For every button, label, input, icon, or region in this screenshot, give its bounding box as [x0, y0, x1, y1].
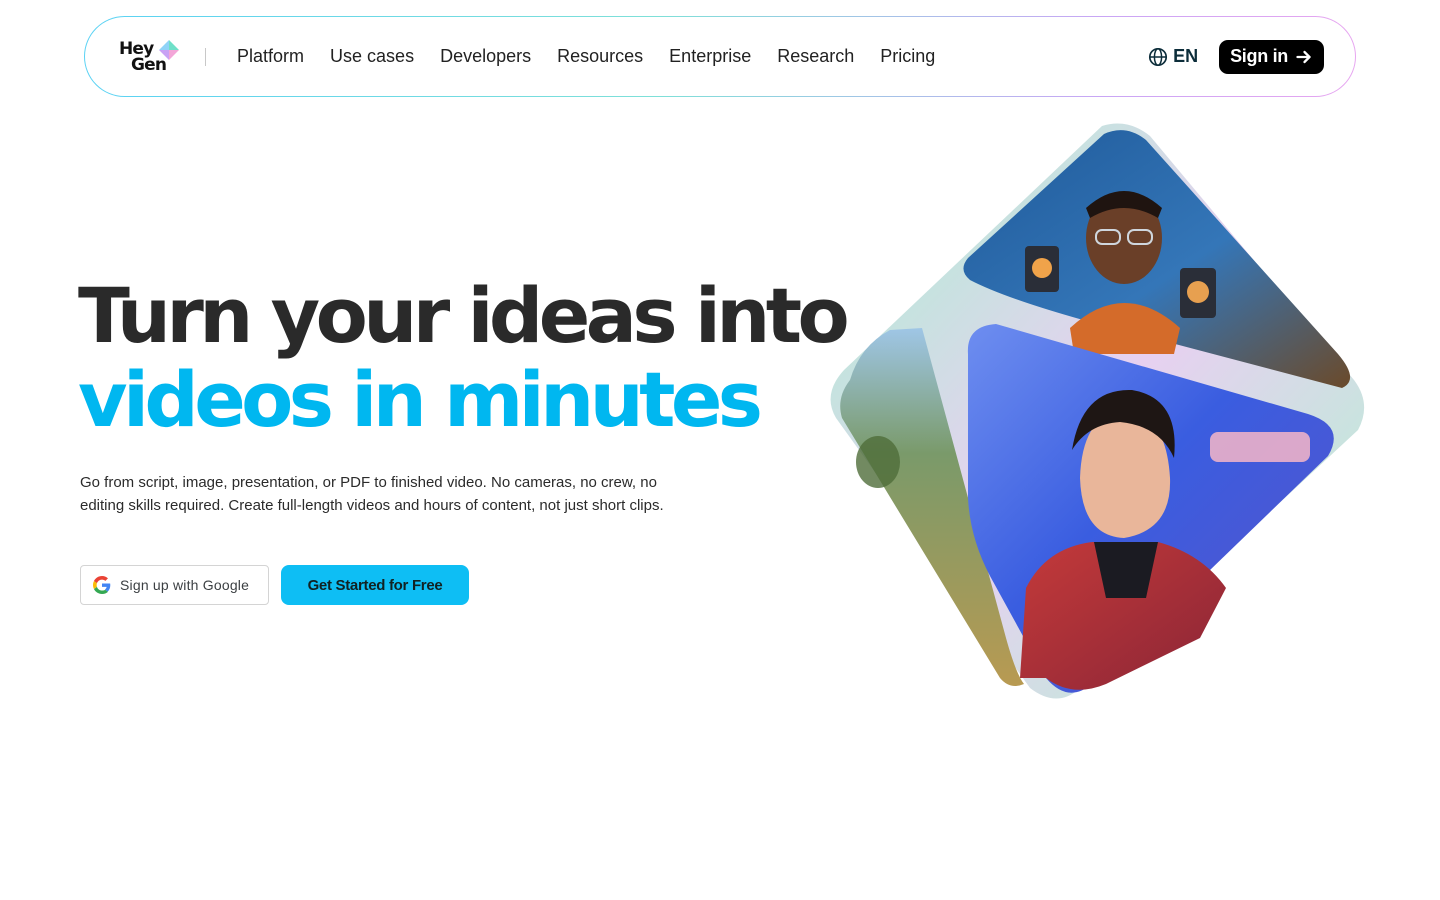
hero-cta-row: Sign up with Google Get Started for Free [80, 565, 469, 605]
nav-link-use-cases[interactable]: Use cases [330, 46, 414, 67]
sign-in-button[interactable]: Sign in [1219, 39, 1324, 74]
google-signup-label: Sign up with Google [120, 577, 250, 593]
nav-link-resources[interactable]: Resources [557, 46, 643, 67]
nav-link-enterprise[interactable]: Enterprise [669, 46, 751, 67]
google-signup-button[interactable]: Sign up with Google [80, 565, 269, 605]
get-started-button[interactable]: Get Started for Free [281, 565, 469, 605]
language-label: EN [1173, 46, 1199, 66]
navbar-inner: Hey Gen Platform Use cases Developers Re… [85, 17, 1355, 96]
speaker-cone-right [1187, 281, 1209, 303]
globe-icon [1149, 47, 1168, 66]
heygen-logo-mark-icon [159, 39, 179, 60]
speaker-cone-left [1032, 258, 1052, 278]
nav-links: Platform Use cases Developers Resources … [237, 46, 961, 67]
nav-link-research[interactable]: Research [777, 46, 854, 67]
arrow-right-icon [1296, 50, 1311, 63]
heygen-logo[interactable]: Hey Gen [119, 37, 181, 77]
google-g-icon [93, 576, 111, 594]
neon-sign [1210, 432, 1310, 462]
landscape-tree [856, 436, 900, 488]
nav-divider [205, 47, 206, 66]
hero-title-line2: videos in minutes [78, 355, 763, 444]
hero-subtitle: Go from script, image, presentation, or … [80, 474, 664, 514]
language-selector[interactable]: EN [1148, 46, 1198, 67]
top-navbar: Hey Gen Platform Use cases Developers Re… [84, 16, 1356, 97]
hero-title: Turn your ideas into videos in minutes [78, 271, 850, 444]
nav-link-developers[interactable]: Developers [440, 46, 531, 67]
nav-link-platform[interactable]: Platform [237, 46, 304, 67]
hero-video-crystal [830, 123, 1365, 699]
nav-link-pricing[interactable]: Pricing [880, 46, 935, 67]
sign-in-label: Sign in [1230, 46, 1288, 66]
nav-right: EN Sign in [1148, 39, 1324, 74]
hero-title-line1: Turn your ideas into [78, 271, 850, 360]
